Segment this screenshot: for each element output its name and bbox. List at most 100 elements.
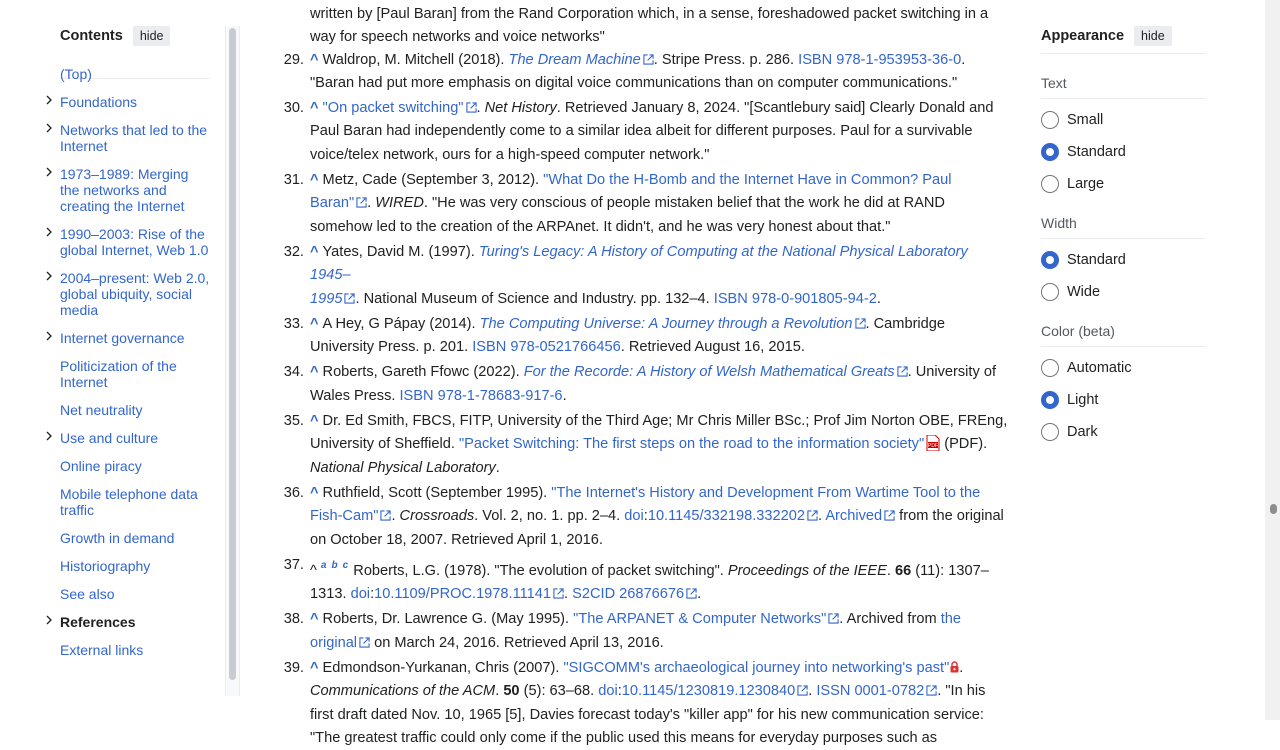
page-scrollbar-thumb[interactable] xyxy=(1270,504,1277,514)
ref-text: Paul Baran had independently come to a s… xyxy=(310,123,973,140)
backlink-caret[interactable]: ^ xyxy=(310,364,319,380)
backlink-b[interactable]: b xyxy=(331,560,337,571)
isbn-link[interactable]: ISBN 978-1-953953-36-0 xyxy=(798,52,961,68)
backlink-caret[interactable]: ^ xyxy=(310,611,319,627)
radio-button[interactable] xyxy=(1041,283,1059,301)
original-link[interactable]: original xyxy=(310,635,370,651)
ref-text: . xyxy=(876,290,881,307)
chevron-right-icon[interactable] xyxy=(44,431,54,441)
ref-title-link[interactable]: "SIGCOMM's archaeological journey into n… xyxy=(563,660,949,676)
backlink-caret[interactable]: ^ xyxy=(310,244,319,260)
toc-item[interactable]: Online piracy xyxy=(60,458,210,474)
toc-item[interactable]: (Top) xyxy=(60,66,210,82)
backlink-caret[interactable]: ^ xyxy=(310,660,319,676)
backlink-caret[interactable]: ^ xyxy=(310,316,319,332)
page-scrollbar[interactable] xyxy=(1265,0,1280,720)
color-option[interactable]: Dark xyxy=(1041,416,1206,448)
backlink-caret[interactable]: ^ xyxy=(310,413,319,429)
backlink-a[interactable]: a xyxy=(321,560,327,571)
isbn-link[interactable]: ISBN 978-0-901805-94-2 xyxy=(714,291,877,307)
backlink-caret[interactable]: ^ xyxy=(310,52,319,68)
isbn-link[interactable]: ISBN 978-0521766456 xyxy=(472,339,621,355)
toc-item[interactable]: Mobile telephone data traffic xyxy=(60,486,210,518)
backlink-caret[interactable]: ^ xyxy=(310,485,319,501)
color-option[interactable]: Automatic xyxy=(1041,352,1206,384)
chevron-right-icon[interactable] xyxy=(44,227,54,237)
text-size-label: Text xyxy=(1041,75,1067,91)
doi-link[interactable]: 10.1109/PROC.1978.11141 xyxy=(374,586,564,602)
chevron-right-icon[interactable] xyxy=(44,167,54,177)
doi-label-link[interactable]: doi xyxy=(624,508,643,524)
doi-link[interactable]: 10.1145/1230819.1230840 xyxy=(622,683,808,699)
toc-item[interactable]: External links xyxy=(60,642,210,658)
appearance-hide-button[interactable]: hide xyxy=(1134,26,1172,46)
toc-item[interactable]: Net neutrality xyxy=(60,402,210,418)
archived-link[interactable]: Archived xyxy=(825,508,895,524)
toc-hide-button[interactable]: hide xyxy=(132,26,171,46)
original-link[interactable]: the xyxy=(941,611,961,627)
toc-item[interactable]: Politicization of the Internet xyxy=(60,358,210,390)
ref-title-link[interactable]: "The Internet's History and Development … xyxy=(551,485,980,501)
doi-label-link[interactable]: doi xyxy=(598,683,617,699)
doi-link[interactable]: 10.1145/332198.332202 xyxy=(648,508,818,524)
ref-title-link[interactable]: "What Do the H-Bomb and the Internet Hav… xyxy=(543,172,951,188)
text-size-option[interactable]: Small xyxy=(1041,104,1206,136)
chevron-right-icon[interactable] xyxy=(44,331,54,341)
toc-item[interactable]: Historiography xyxy=(60,558,210,574)
toc-item[interactable]: Internet governance xyxy=(46,330,210,346)
toc-item[interactable]: 1973–1989: Merging the networks and crea… xyxy=(46,166,210,214)
toc-item[interactable]: Networks that led to the Internet xyxy=(46,122,210,154)
ref-title-link[interactable]: For the Recorde: A History of Welsh Math… xyxy=(524,364,908,380)
ref-title-link[interactable]: The Computing Universe: A Journey throug… xyxy=(480,316,866,332)
ref-title-link[interactable]: Baran" xyxy=(310,195,367,211)
radio-button[interactable] xyxy=(1041,391,1059,409)
toc-item[interactable]: Foundations xyxy=(46,94,210,110)
toc-item[interactable]: 2004–present: Web 2.0, global ubiquity, … xyxy=(46,270,210,318)
ref-text: . University of xyxy=(907,364,997,381)
ref-publication: Net History xyxy=(484,100,557,117)
chevron-right-icon[interactable] xyxy=(44,123,54,133)
chevron-right-icon[interactable] xyxy=(44,95,54,105)
text-size-option[interactable]: Large xyxy=(1041,168,1206,200)
ref-title-link[interactable]: The Dream Machine xyxy=(509,52,654,68)
toc-item[interactable]: Use and culture xyxy=(46,430,210,446)
ref-text: . xyxy=(562,387,567,404)
s2cid-link[interactable]: S2CID 26876676 xyxy=(572,586,697,602)
reference-item-28-tail: written by [Paul Baran] from the Rand Co… xyxy=(270,3,1010,50)
width-option[interactable]: Wide xyxy=(1041,276,1206,308)
backlink-caret[interactable]: ^ xyxy=(310,100,319,116)
doi-label-link[interactable]: doi xyxy=(351,586,370,602)
text-size-option[interactable]: Standard xyxy=(1041,136,1206,168)
radio-button[interactable] xyxy=(1041,143,1059,161)
radio-button[interactable] xyxy=(1041,359,1059,377)
toc-item[interactable]: 1990–2003: Rise of the global Internet, … xyxy=(46,226,210,258)
backlink-c[interactable]: c xyxy=(343,560,349,571)
reference-item-30: 30. ^ "On packet switching". Net History.… xyxy=(270,97,1010,167)
ref-title-link[interactable]: "Packet Switching: The first steps on th… xyxy=(459,436,924,452)
ref-title-link[interactable]: "On packet switching" xyxy=(323,100,477,116)
color-option[interactable]: Light xyxy=(1041,384,1206,416)
toc-item[interactable]: See also xyxy=(60,586,210,602)
backlink-caret[interactable]: ^ xyxy=(310,172,319,188)
toc-item[interactable]: Growth in demand xyxy=(60,530,210,546)
radio-button[interactable] xyxy=(1041,423,1059,441)
radio-label: Automatic xyxy=(1067,360,1132,376)
ref-title-link[interactable]: 1995 xyxy=(310,291,356,307)
radio-button[interactable] xyxy=(1041,175,1059,193)
width-option[interactable]: Standard xyxy=(1041,244,1206,276)
toc-item[interactable]: References xyxy=(46,614,210,630)
ref-number: 37. xyxy=(283,556,304,573)
isbn-link[interactable]: ISBN 978-1-78683-917-6 xyxy=(399,388,562,404)
radio-button[interactable] xyxy=(1041,111,1059,129)
toc-scrollbar[interactable] xyxy=(225,26,240,696)
ref-number: 34. xyxy=(283,364,304,381)
ref-title-link[interactable]: "The ARPANET & Computer Networks" xyxy=(573,611,839,627)
chevron-right-icon[interactable] xyxy=(44,615,54,625)
toc-scrollbar-thumb[interactable] xyxy=(229,28,236,680)
ref-title-link[interactable]: Fish-Cam" xyxy=(310,508,392,524)
issn-link[interactable]: ISSN 0001-0782 xyxy=(816,683,937,699)
radio-button[interactable] xyxy=(1041,251,1059,269)
appearance-header: Appearance hide xyxy=(1041,26,1206,46)
chevron-right-icon[interactable] xyxy=(44,271,54,281)
ref-text: . Cambridge xyxy=(865,315,946,332)
